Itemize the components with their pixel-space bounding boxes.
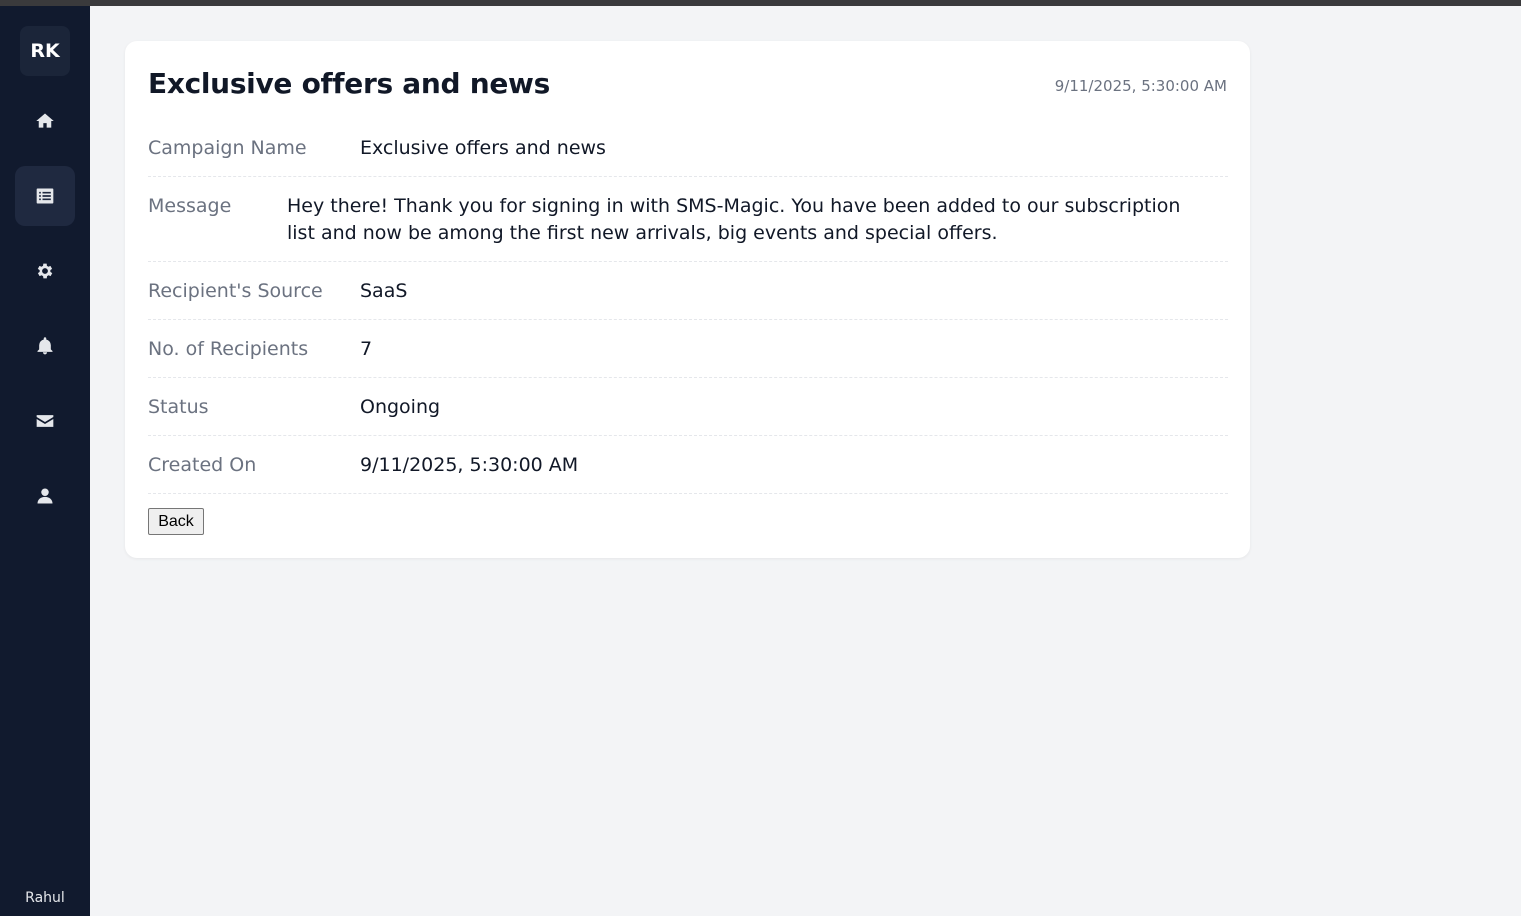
sidebar-item-messages[interactable] xyxy=(15,391,75,451)
back-button[interactable]: Back xyxy=(148,508,204,535)
campaign-name-label: Campaign Name xyxy=(148,137,307,159)
status-label: Status xyxy=(148,396,209,418)
gear-icon xyxy=(37,263,53,279)
created-on-value: 9/11/2025, 5:30:00 AM xyxy=(360,454,579,476)
bell-icon xyxy=(37,337,53,355)
created-on-row: Created On 9/11/2025, 5:30:00 AM xyxy=(148,436,1228,494)
sidebar-item-settings[interactable] xyxy=(15,241,75,301)
message-row: Message Hey there! Thank you for signing… xyxy=(148,177,1228,262)
recipients-count-value: 7 xyxy=(360,338,373,360)
recipients-count-label: No. of Recipients xyxy=(148,338,309,360)
user-icon xyxy=(37,488,53,504)
username-label: Rahul xyxy=(25,890,65,906)
campaign-name-row: Campaign Name Exclusive offers and news xyxy=(148,126,1228,177)
page-title: Exclusive offers and news xyxy=(148,67,550,100)
list-icon xyxy=(36,188,54,204)
sidebar-item-campaigns[interactable] xyxy=(15,166,75,226)
window-top-bar xyxy=(0,0,1521,6)
message-label: Message xyxy=(148,195,232,217)
sidebar: RK Rahul xyxy=(0,6,90,916)
created-on-label: Created On xyxy=(148,454,257,476)
sidebar-item-home[interactable] xyxy=(15,91,75,151)
campaign-detail-card: Exclusive offers and news 9/11/2025, 5:3… xyxy=(125,41,1250,558)
status-row: Status Ongoing xyxy=(148,378,1228,436)
sidebar-item-notifications[interactable] xyxy=(15,316,75,376)
status-value: Ongoing xyxy=(360,396,441,418)
message-value: Hey there! Thank you for signing in with… xyxy=(287,195,1181,244)
envelope-icon xyxy=(36,415,54,427)
avatar-logo[interactable]: RK xyxy=(20,26,70,76)
recipients-count-row: No. of Recipients 7 xyxy=(148,320,1228,378)
campaign-date: 9/11/2025, 5:30:00 AM xyxy=(1054,77,1227,95)
recipient-source-label: Recipient's Source xyxy=(148,280,323,302)
recipient-source-value: SaaS xyxy=(360,280,408,302)
recipient-source-row: Recipient's Source SaaS xyxy=(148,262,1228,320)
home-icon xyxy=(36,113,54,128)
campaign-name-value: Exclusive offers and news xyxy=(360,137,606,159)
sidebar-item-profile[interactable] xyxy=(15,466,75,526)
